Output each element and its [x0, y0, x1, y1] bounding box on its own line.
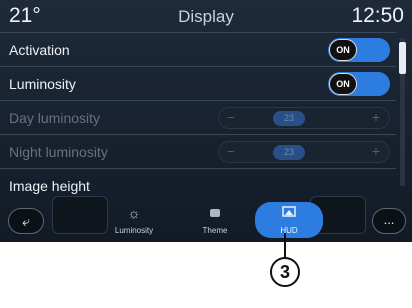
- hud-icon: [255, 205, 323, 221]
- theme-icon: [180, 205, 250, 221]
- tab-label: Theme: [202, 226, 228, 235]
- setting-row-luminosity: Luminosity ON: [0, 66, 396, 101]
- setting-row-activation: Activation ON: [0, 32, 396, 67]
- sun-icon: ☼: [127, 205, 141, 221]
- setting-label: Night luminosity: [9, 144, 108, 160]
- tab-hud[interactable]: HUD: [255, 202, 323, 238]
- back-arrow-icon: ⤶: [22, 213, 30, 229]
- toggle-state: ON: [329, 39, 357, 61]
- setting-row-night-luminosity: Night luminosity − 23 +: [0, 134, 396, 169]
- display-settings-screen: 21° Display 12:50 Activation ON Luminosi…: [0, 0, 412, 242]
- setting-label: Day luminosity: [9, 110, 101, 126]
- toggle-state: ON: [329, 73, 357, 95]
- tab-luminosity[interactable]: ☼ Luminosity: [104, 202, 164, 238]
- tab-label: Luminosity: [114, 226, 154, 235]
- callout-marker: 3: [270, 257, 300, 287]
- stepper-value: 23: [273, 145, 305, 160]
- setting-row-day-luminosity: Day luminosity − 23 +: [0, 100, 396, 135]
- luminosity-toggle[interactable]: ON: [328, 72, 390, 96]
- setting-label: Luminosity: [9, 76, 76, 92]
- activation-toggle[interactable]: ON: [328, 38, 390, 62]
- decrease-button[interactable]: −: [227, 110, 235, 125]
- tab-bar: ☼ Luminosity Theme HUD: [104, 202, 324, 238]
- tab-label: HUD: [280, 226, 298, 235]
- side-panel-left: [52, 196, 108, 234]
- callout-pointer: [284, 233, 286, 259]
- increase-button[interactable]: +: [372, 109, 380, 125]
- increase-button[interactable]: +: [372, 143, 380, 159]
- page-title: Display: [178, 7, 234, 26]
- setting-label: Image height: [9, 178, 90, 194]
- status-bar: 21° Display 12:50: [0, 0, 412, 32]
- decrease-button[interactable]: −: [227, 144, 235, 159]
- night-luminosity-stepper[interactable]: − 23 +: [218, 141, 390, 163]
- more-options-button[interactable]: ...: [372, 208, 406, 234]
- stepper-value: 23: [273, 111, 305, 126]
- setting-label: Activation: [9, 42, 70, 58]
- tab-theme[interactable]: Theme: [180, 202, 250, 238]
- scrollbar-thumb[interactable]: [399, 42, 406, 74]
- clock: 12:50: [351, 4, 404, 27]
- back-button[interactable]: ⤶: [8, 208, 44, 234]
- day-luminosity-stepper[interactable]: − 23 +: [218, 107, 390, 129]
